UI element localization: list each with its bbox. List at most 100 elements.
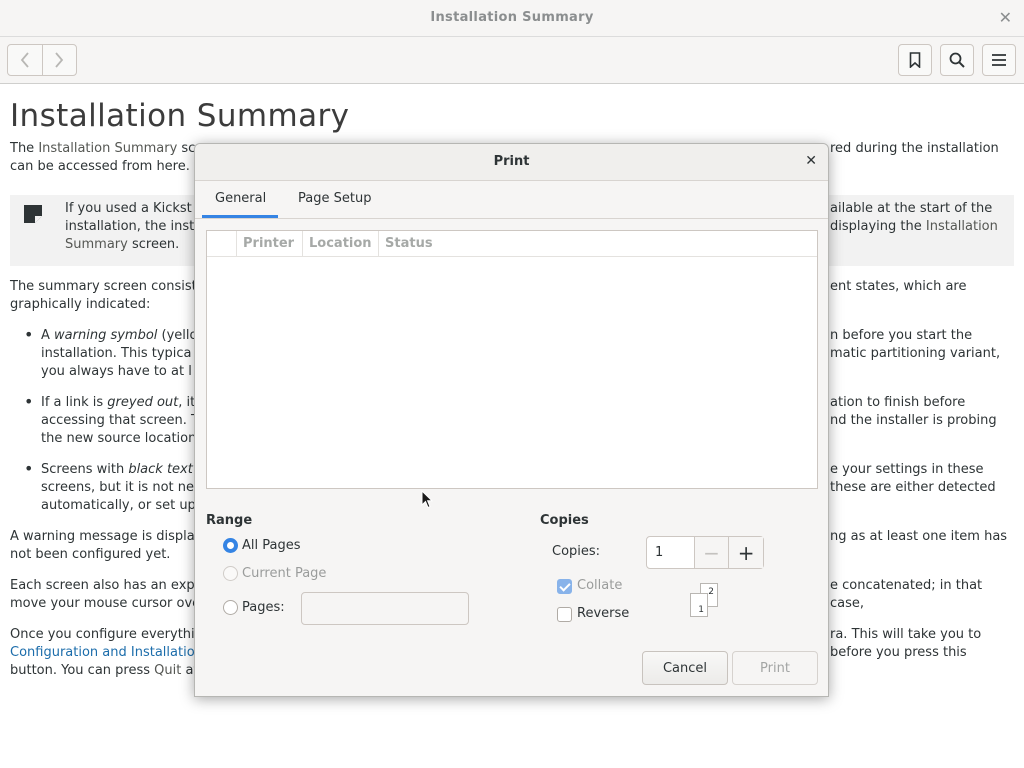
cancel-button[interactable]: Cancel (642, 651, 728, 685)
emphasis: greyed out (107, 395, 179, 410)
chevron-left-icon (20, 52, 29, 68)
column-header-status[interactable]: Status (379, 231, 817, 257)
bullet-icon: • (24, 459, 34, 478)
dialog-tabs: General Page Setup (195, 181, 828, 219)
collate-label[interactable]: Collate (577, 578, 622, 593)
note-text: If you used a Kickst (65, 201, 192, 216)
term: Quit (154, 663, 182, 678)
bullet-icon: • (24, 325, 34, 344)
list-item-right: nd the installer is probing (830, 413, 997, 428)
intro-paragraph-right: red during the installation (830, 141, 999, 156)
copies-spinbutton[interactable]: 1 − + (646, 536, 764, 569)
current-page-label: Current Page (242, 566, 327, 581)
list-item-line: you always have to at l (41, 364, 192, 379)
mouse-cursor-icon (421, 490, 433, 509)
note-text: installation, the inst (65, 219, 195, 234)
search-icon (949, 52, 965, 68)
pages-radio[interactable] (223, 600, 238, 615)
emphasis: warning symbol (54, 328, 158, 343)
dialog-title: Print (493, 154, 530, 169)
list-item-right: these are either detected (830, 480, 996, 495)
note-text-right: ailable at the start of the (830, 201, 993, 216)
bookmark-button[interactable] (898, 44, 932, 76)
minus-icon: − (703, 540, 720, 565)
tab-page-setup[interactable]: Page Setup (298, 191, 371, 206)
list-item-line: installation. This typica (41, 346, 192, 361)
paragraph: A warning message is displa (10, 529, 195, 544)
bookmark-icon (909, 52, 921, 68)
text: , it (178, 395, 196, 410)
paragraph: button. You can press Quit at (10, 662, 199, 680)
range-heading: Range (206, 513, 253, 528)
config-install-link[interactable]: Configuration and Installatio (10, 644, 195, 662)
all-pages-radio[interactable] (223, 538, 238, 553)
term: Installation Summary (38, 141, 178, 156)
hamburger-menu-icon (992, 54, 1006, 66)
list-item: A warning symbol (yello (41, 327, 197, 345)
list-item-line: screens, but it is not ne (41, 480, 194, 495)
chevron-right-icon (55, 52, 64, 68)
text: displaying the (830, 219, 926, 234)
history-nav (7, 44, 77, 76)
paragraph-right: ng as at least one item has (830, 529, 1008, 544)
text: button. You can press (10, 663, 155, 678)
paragraph: move your mouse cursor ove (10, 596, 201, 611)
plus-icon: + (737, 540, 755, 565)
bullet-icon: • (24, 392, 34, 411)
column-header-printer[interactable]: Printer (237, 231, 303, 257)
printer-list-header: Printer Location Status (207, 231, 817, 257)
column-header-location[interactable]: Location (303, 231, 379, 257)
text: The (10, 141, 39, 156)
text: A (41, 328, 55, 343)
paragraph: The summary screen consist (10, 279, 197, 294)
back-button[interactable] (8, 45, 42, 75)
dialog-close-icon[interactable]: ✕ (805, 153, 817, 169)
list-item-right: ation to finish before (830, 395, 966, 410)
print-dialog: Print ✕ General Page Setup Printer Locat… (194, 143, 829, 697)
paragraph: graphically indicated: (10, 297, 151, 312)
list-item-right: e your settings in these (830, 462, 984, 477)
reverse-checkbox[interactable] (557, 607, 572, 622)
intro-paragraph: The Installation Summary sc (10, 140, 195, 158)
list-item-line: accessing that screen. T (41, 413, 199, 428)
reverse-label[interactable]: Reverse (577, 606, 629, 621)
menu-button[interactable] (982, 44, 1016, 76)
print-button: Print (732, 651, 818, 685)
all-pages-label[interactable]: All Pages (242, 538, 301, 553)
copies-heading: Copies (540, 513, 589, 528)
paragraph-right: ent states, which are (830, 279, 967, 294)
copies-value[interactable]: 1 (647, 537, 694, 568)
paragraph: not been configured yet. (10, 547, 171, 562)
current-page-radio (223, 566, 238, 581)
column-header-icon (207, 231, 237, 257)
list-item: Screens with black text (41, 461, 193, 479)
active-tab-indicator (202, 215, 278, 218)
printer-list[interactable]: Printer Location Status (206, 230, 818, 489)
increment-button[interactable]: + (728, 537, 764, 568)
paragraph-right: e concatenated; in that case, (830, 578, 983, 611)
note-text: Summary screen. (65, 236, 179, 254)
list-item-right: n before you start the (830, 328, 973, 343)
note-icon (24, 205, 42, 223)
collate-checkbox[interactable] (557, 579, 572, 594)
list-item-right: matic partitioning variant, (830, 346, 1001, 361)
text: Screens with (41, 462, 129, 477)
copies-label: Copies: (552, 544, 601, 559)
window-close-icon[interactable]: ✕ (999, 8, 1012, 27)
list-item-line: the new source location (41, 431, 197, 446)
page-title: Installation Summary (10, 98, 350, 134)
search-button[interactable] (940, 44, 974, 76)
emphasis: black text (128, 462, 193, 477)
text: (yello (157, 328, 198, 343)
text: screen. (127, 237, 180, 252)
forward-button[interactable] (41, 45, 76, 75)
text: If a link is (41, 395, 108, 410)
decrement-button: − (693, 537, 729, 568)
tab-general[interactable]: General (215, 191, 266, 206)
collate-sheet-front: 1 (690, 593, 708, 617)
toolbar (0, 37, 1024, 84)
intro-paragraph-line: can be accessed from here. (10, 159, 190, 174)
list-item: If a link is greyed out, it (41, 394, 195, 412)
pages-input[interactable] (301, 592, 469, 625)
pages-label[interactable]: Pages: (242, 600, 285, 615)
